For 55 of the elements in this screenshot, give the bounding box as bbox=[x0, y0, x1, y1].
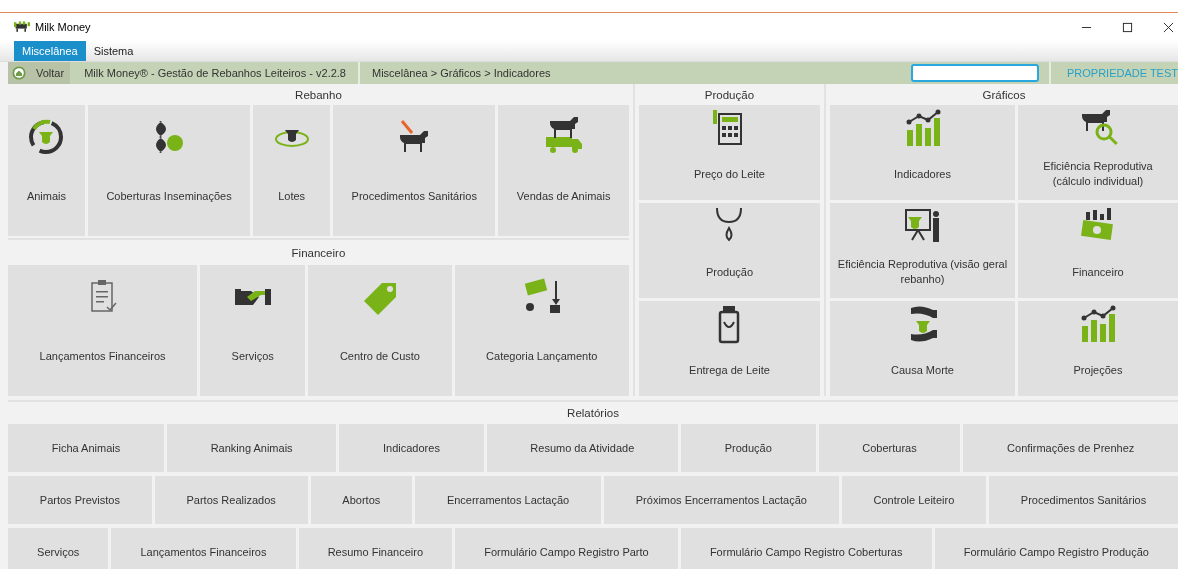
breadcrumb: Miscelânea > Gráficos > Indicadores bbox=[371, 67, 551, 79]
menu-tile[interactable]: Eficiência Reprodutiva (cálculo individual) bbox=[1018, 105, 1178, 200]
back-button[interactable]: Voltar bbox=[8, 62, 71, 84]
section-title: Financeiro bbox=[291, 246, 346, 259]
menu-tile[interactable]: Coberturas Inseminações bbox=[87, 105, 251, 236]
menu-tile[interactable]: Financeiro bbox=[1018, 203, 1178, 298]
section-title: Produção bbox=[704, 88, 755, 101]
menu-tile[interactable]: Procedimentos Sanitários bbox=[333, 105, 496, 236]
close-icon[interactable] bbox=[1163, 21, 1174, 33]
menu-tile[interactable]: Projeções bbox=[1018, 301, 1178, 396]
report-button[interactable]: Serviços bbox=[8, 528, 109, 569]
menu-tile[interactable]: Lançamentos Financeiros bbox=[8, 265, 198, 396]
report-button[interactable]: Ranking Animais bbox=[166, 424, 337, 472]
window-title: Milk Money bbox=[35, 21, 91, 33]
report-button[interactable]: Formulário Campo Registro Coberturas bbox=[680, 528, 932, 569]
menu-tile[interactable]: Categoria Lançamento bbox=[454, 265, 629, 396]
report-button[interactable]: Próximos Encerramentos Lactação bbox=[603, 476, 839, 524]
search-field[interactable] bbox=[910, 64, 1039, 82]
report-button[interactable]: Controle Leiteiro bbox=[841, 476, 987, 524]
menu-tile[interactable]: Serviços bbox=[200, 265, 306, 396]
home-icon bbox=[12, 66, 26, 80]
menu-tile[interactable]: Produção bbox=[638, 203, 820, 298]
app-logo-icon bbox=[14, 21, 30, 33]
report-button[interactable]: Resumo Financeiro bbox=[298, 528, 453, 569]
section-title: Rebanho bbox=[295, 88, 342, 101]
report-button[interactable]: Confirmações de Prenhez bbox=[963, 424, 1178, 472]
maximize-icon[interactable] bbox=[1122, 21, 1133, 33]
section-title: Relatórios bbox=[567, 407, 619, 419]
property-name: PROPRIEDADE TEST bbox=[1048, 62, 1178, 84]
menu-tile[interactable]: Vendas de Animais bbox=[498, 105, 629, 236]
report-button[interactable]: Coberturas bbox=[818, 424, 961, 472]
menu-tile[interactable]: Animais bbox=[8, 105, 85, 236]
menu-tab[interactable]: Sistema bbox=[85, 41, 142, 61]
section-title: Gráficos bbox=[982, 88, 1026, 101]
report-button[interactable]: Partos Previstos bbox=[8, 476, 152, 524]
report-button[interactable]: Ficha Animais bbox=[8, 424, 164, 472]
menu-tile[interactable]: Eficiência Reprodutiva (visão geral rebanho) bbox=[830, 203, 1015, 298]
report-button[interactable]: Procedimentos Sanitários bbox=[989, 476, 1178, 524]
report-button[interactable]: Resumo da Atividade bbox=[486, 424, 678, 472]
menu-tile[interactable]: Causa Morte bbox=[830, 301, 1015, 396]
report-button[interactable]: Indicadores bbox=[339, 424, 484, 472]
menu-tile[interactable]: Entrega de Leite bbox=[638, 301, 820, 396]
report-button[interactable]: Formulário Campo Registro Parto bbox=[455, 528, 678, 569]
menu-tile[interactable]: Centro de Custo bbox=[308, 265, 452, 396]
menu-tile[interactable]: Preço do Leite bbox=[638, 105, 820, 200]
report-button[interactable]: Partos Realizados bbox=[154, 476, 308, 524]
report-button[interactable]: Produção bbox=[681, 424, 816, 472]
menu-tab[interactable]: Miscelânea bbox=[14, 41, 86, 61]
app-title: Milk Money® - Gestão de Rebanhos Leiteiros - v2.2.8 bbox=[70, 62, 360, 84]
report-button[interactable]: Abortos bbox=[310, 476, 413, 524]
menu-tile[interactable]: Lotes bbox=[253, 105, 331, 236]
report-button[interactable]: Formulário Campo Registro Produção bbox=[934, 528, 1178, 569]
report-button[interactable]: Lançamentos Financeiros bbox=[111, 528, 296, 569]
menu-tile[interactable]: Indicadores bbox=[830, 105, 1015, 200]
report-button[interactable]: Encerramentos Lactação bbox=[415, 476, 601, 524]
